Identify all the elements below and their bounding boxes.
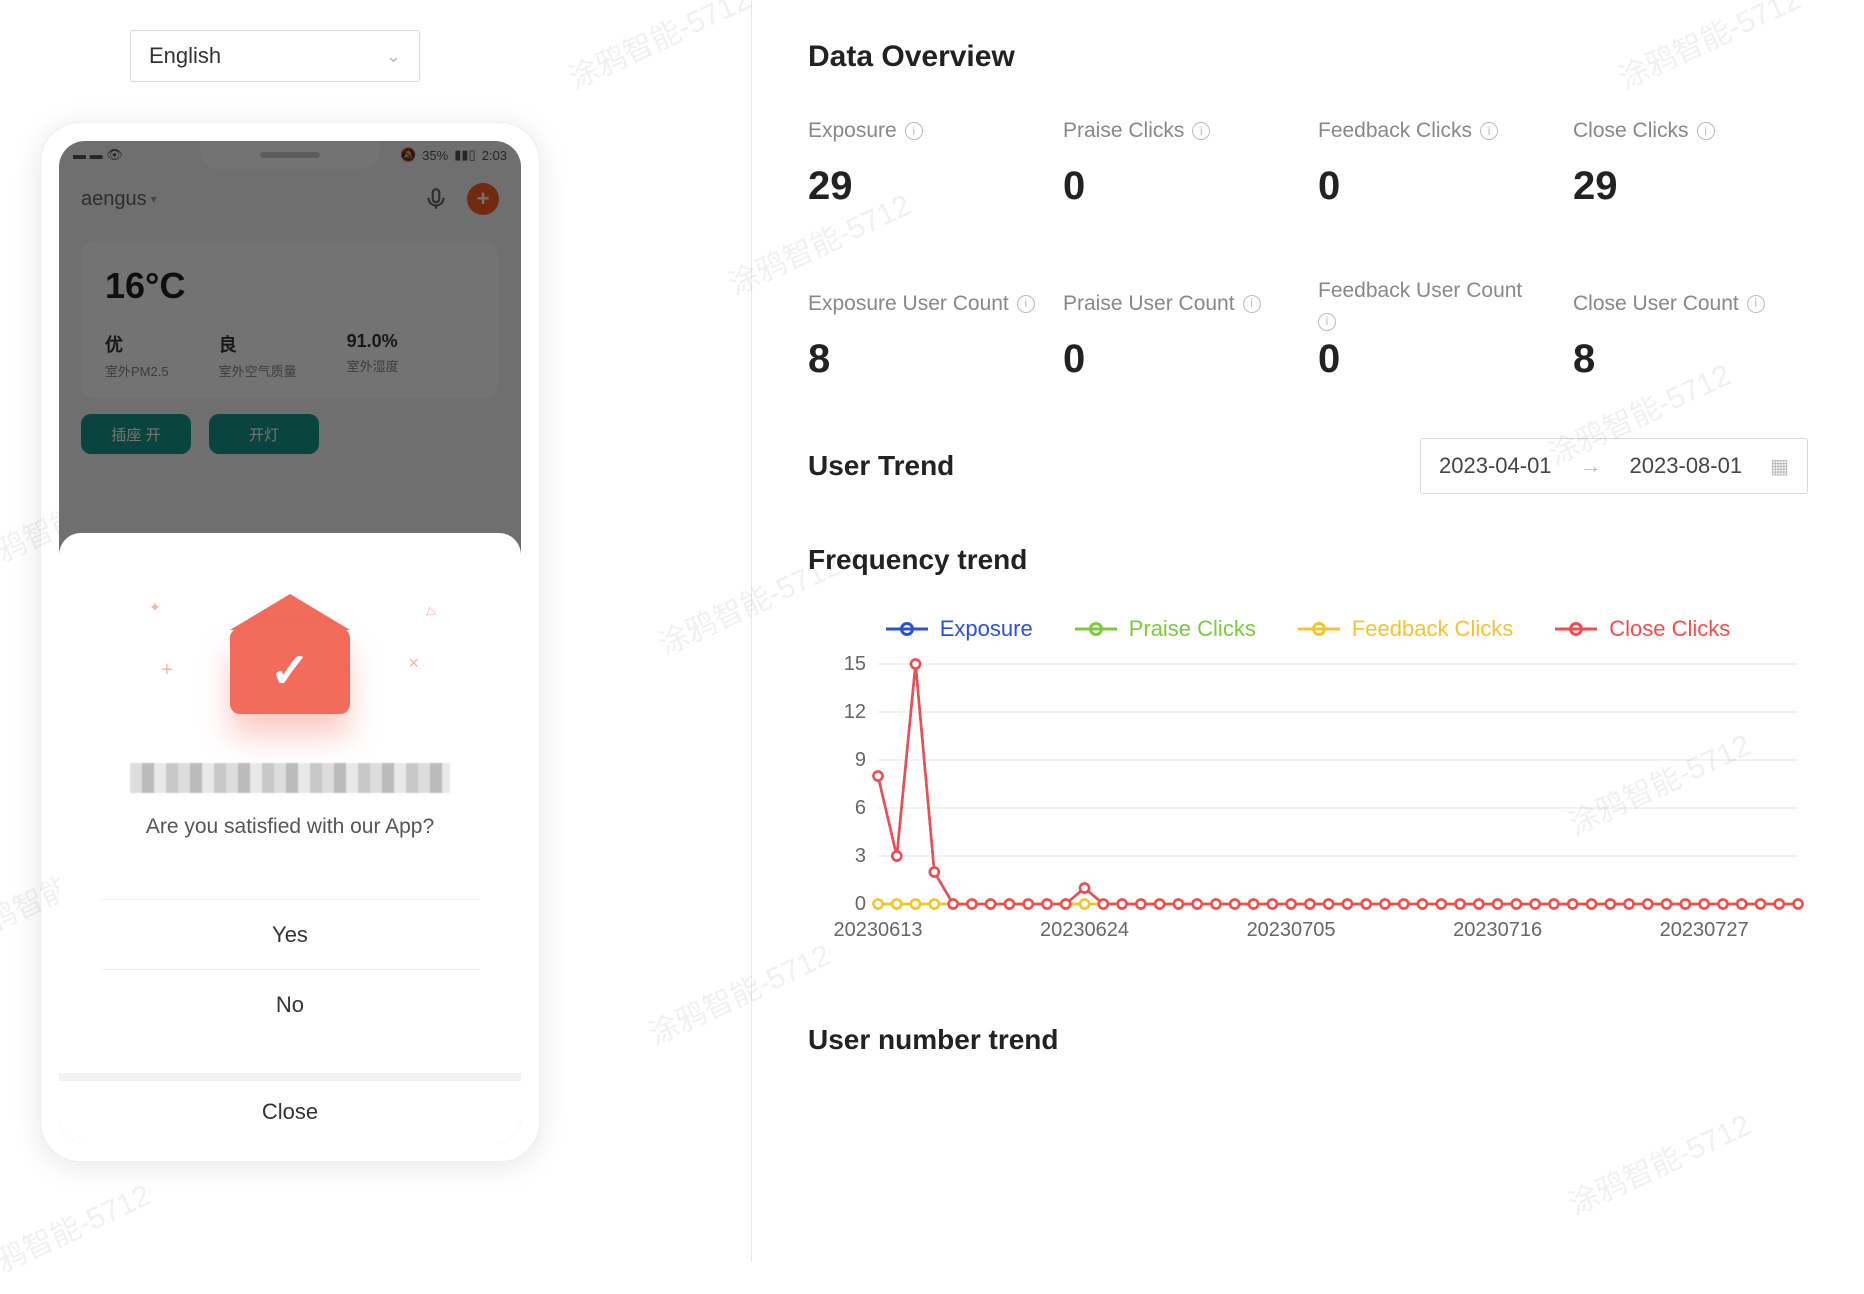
stat-value: 8	[1573, 337, 1808, 382]
date-from: 2023-04-01	[1439, 453, 1552, 479]
svg-text:0: 0	[855, 893, 866, 915]
legend-item[interactable]: Exposure	[886, 616, 1033, 642]
stat-label: Praise Clicks	[1063, 119, 1184, 143]
svg-text:20230705: 20230705	[1247, 919, 1336, 941]
info-icon[interactable]: i	[1318, 313, 1336, 331]
temperature: 16°C	[105, 265, 475, 307]
stat-value: 8	[808, 337, 1043, 382]
plus-icon: +	[161, 659, 173, 682]
stat-value: 0	[1318, 164, 1553, 209]
calendar-icon: ▦	[1770, 454, 1789, 479]
dialog-close-button[interactable]: Close	[59, 1073, 521, 1143]
language-select[interactable]: English ⌄	[130, 30, 420, 82]
status-time: 2:03	[482, 148, 507, 163]
house-check-icon: ✓	[230, 594, 350, 714]
date-to: 2023-08-01	[1630, 453, 1743, 479]
phone-notch	[200, 141, 380, 169]
info-icon[interactable]: i	[1697, 122, 1715, 140]
status-battery-icon: ▮▮▯	[454, 147, 475, 163]
chart-legend: Exposure Praise Clicks Feedback Clicks C…	[808, 616, 1808, 642]
language-value: English	[149, 43, 221, 69]
weather-value: 良	[219, 331, 297, 357]
stat-label: Praise User Count	[1063, 290, 1235, 317]
dialog-question: Are you satisfied with our App?	[146, 815, 434, 839]
svg-text:12: 12	[844, 701, 866, 723]
svg-text:20230613: 20230613	[834, 919, 923, 941]
svg-text:3: 3	[855, 845, 866, 867]
dialog-no-button[interactable]: No	[101, 969, 480, 1039]
legend-item[interactable]: Close Clicks	[1555, 616, 1730, 642]
microphone-icon[interactable]	[423, 186, 449, 212]
stat-label: Close Clicks	[1573, 119, 1689, 143]
info-icon[interactable]: i	[1017, 295, 1035, 313]
redacted-text	[130, 763, 450, 793]
scene-pill[interactable]: 插座 开	[81, 414, 191, 454]
chevron-down-icon: ▾	[151, 192, 157, 206]
svg-text:20230624: 20230624	[1040, 919, 1129, 941]
info-icon[interactable]: i	[1192, 122, 1210, 140]
dialog-yes-button[interactable]: Yes	[101, 899, 480, 969]
scene-pill[interactable]: 开灯	[209, 414, 319, 454]
rating-dialog: ✦ + × ▷ ✓ Are you satisfied with our App…	[59, 533, 521, 1143]
stat-value: 0	[1318, 337, 1553, 382]
section-title: User number trend	[808, 1024, 1808, 1056]
stat-value: 29	[1573, 164, 1808, 209]
svg-text:20230727: 20230727	[1660, 919, 1749, 941]
add-button[interactable]: +	[467, 183, 499, 215]
info-icon[interactable]: i	[905, 122, 923, 140]
info-icon[interactable]: i	[1243, 295, 1261, 313]
user-dropdown[interactable]: aengus ▾	[81, 188, 157, 211]
legend-item[interactable]: Feedback Clicks	[1298, 616, 1513, 642]
stat-label: Feedback User Count	[1318, 277, 1522, 304]
chevron-down-icon: ⌄	[386, 46, 401, 67]
stat-label: Feedback Clicks	[1318, 119, 1472, 143]
weather-value: 优	[105, 331, 169, 357]
svg-text:9: 9	[855, 749, 866, 771]
sparkle-icon: ✦	[149, 599, 161, 616]
weather-label: 室外空气质量	[219, 361, 297, 380]
phone-preview: ▬ ▬ 👁 🔕 35% ▮▮▯ 2:03 aengus ▾	[40, 122, 540, 1162]
weather-label: 室外湿度	[347, 356, 399, 375]
svg-text:15: 15	[844, 654, 866, 675]
arrow-right-icon: →	[1580, 453, 1602, 479]
weather-label: 室外PM2.5	[105, 361, 169, 380]
stat-label: Close User Count	[1573, 290, 1739, 317]
section-title: User Trend	[808, 450, 954, 482]
stat-label: Exposure	[808, 119, 897, 143]
stat-value: 0	[1063, 164, 1298, 209]
weather-value: 91.0%	[347, 331, 399, 352]
cross-icon: ×	[408, 653, 419, 674]
stat-value: 0	[1063, 337, 1298, 382]
section-title: Data Overview	[808, 40, 1808, 74]
svg-text:20230716: 20230716	[1453, 919, 1542, 941]
info-icon[interactable]: i	[1747, 295, 1765, 313]
frequency-chart: 0 3 6 9 12 15 20230613 20230624 20230705 20230716…	[808, 654, 1808, 944]
status-signal: 35%	[422, 148, 448, 163]
date-range-picker[interactable]: 2023-04-01 → 2023-08-01 ▦	[1420, 438, 1808, 494]
svg-text:6: 6	[855, 797, 866, 819]
stat-value: 29	[808, 164, 1043, 209]
triangle-icon: ▷	[426, 604, 439, 620]
weather-card: 16°C 优室外PM2.5 良室外空气质量 91.0% 室外湿度	[81, 241, 499, 398]
status-mute-icon: 🔕	[400, 147, 416, 163]
legend-item[interactable]: Praise Clicks	[1075, 616, 1256, 642]
stat-label: Exposure User Count	[808, 290, 1009, 317]
section-title: Frequency trend	[808, 544, 1808, 576]
status-left: ▬ ▬ 👁	[73, 147, 123, 163]
info-icon[interactable]: i	[1480, 122, 1498, 140]
user-name: aengus	[81, 188, 147, 211]
